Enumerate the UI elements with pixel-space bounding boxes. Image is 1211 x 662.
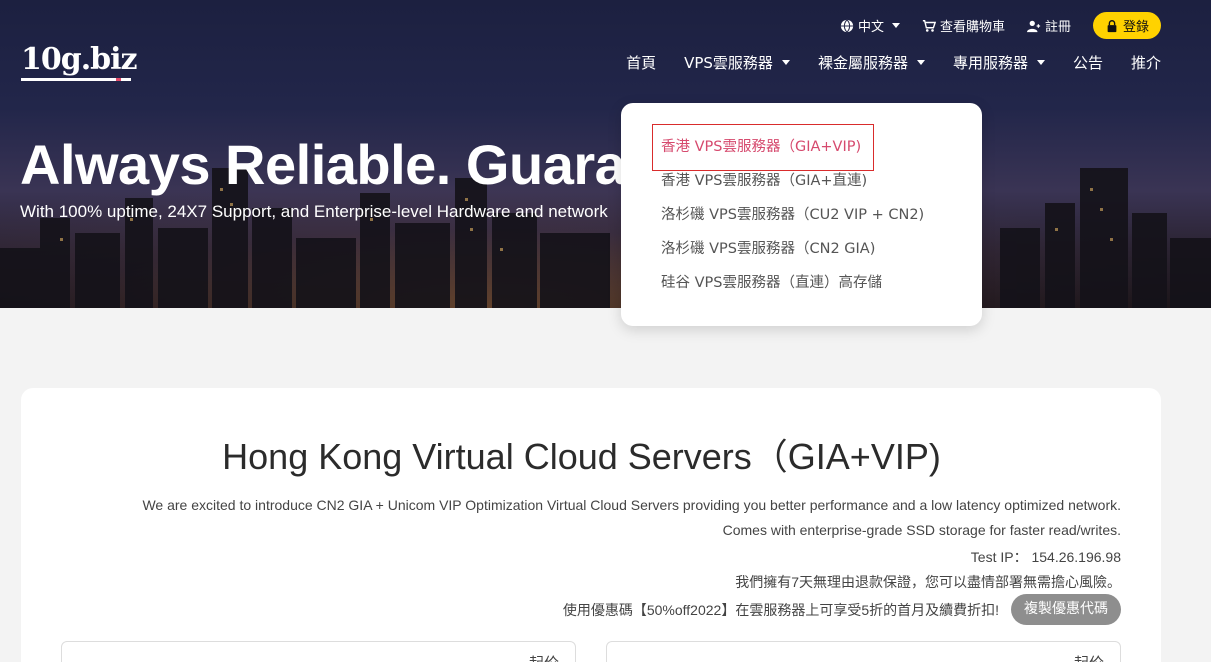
- nav-referral[interactable]: 推介: [1131, 52, 1161, 73]
- chevron-down-icon: [891, 23, 900, 28]
- login-label: 登錄: [1122, 20, 1149, 35]
- register-label: 註冊: [1044, 20, 1071, 35]
- nav-bare-metal-label: 裸金屬服務器: [817, 54, 908, 72]
- cart-icon: [922, 19, 936, 32]
- test-ip-line: Test IP： 154.26.196.98: [970, 549, 1121, 565]
- vps-dropdown-menu: 香港 VPS雲服務器（GIA+VIP) 香港 VPS雲服務器（GIA+直連) 洛…: [621, 103, 982, 326]
- logo-accent: [116, 78, 121, 81]
- chevron-down-icon: [916, 60, 925, 65]
- dropdown-item-la-cu2-cn2[interactable]: 洛杉磯 VPS雲服務器（CU2 VIP + CN2): [621, 198, 982, 232]
- globe-icon: [840, 19, 854, 32]
- nav-dedicated[interactable]: 專用服務器: [953, 52, 1045, 73]
- nav-announcements[interactable]: 公告: [1073, 52, 1103, 73]
- cart-label: 查看購物車: [939, 20, 1005, 35]
- starting-price-label: 起价: [1074, 652, 1104, 662]
- intro-line: We are excited to introduce CN2 GIA + Un…: [142, 497, 1121, 513]
- copy-promo-code-button[interactable]: 複製優惠代碼: [1011, 594, 1121, 625]
- logo-underline: [21, 78, 131, 81]
- nav-referral-label: 推介: [1130, 54, 1161, 72]
- nav-vps-label: VPS雲服務器: [684, 54, 773, 72]
- register-link[interactable]: 註冊: [1026, 16, 1071, 35]
- page-title: Hong Kong Virtual Cloud Servers（GIA+VIP): [222, 436, 941, 477]
- nav-bare-metal[interactable]: 裸金屬服務器: [818, 52, 925, 73]
- dropdown-item-hk-gia-direct[interactable]: 香港 VPS雲服務器（GIA+直連): [621, 164, 982, 198]
- nav-home-label: 首頁: [626, 54, 657, 72]
- nav-vps[interactable]: VPS雲服務器: [684, 52, 790, 73]
- hero-subtitle: With 100% uptime, 24X7 Support, and Ente…: [20, 202, 608, 221]
- language-selector[interactable]: 中文: [840, 16, 900, 35]
- add-user-icon: [1026, 20, 1041, 32]
- login-button[interactable]: 登錄: [1092, 12, 1161, 39]
- nav-announcements-label: 公告: [1072, 54, 1103, 72]
- dropdown-item-la-cn2-gia[interactable]: 洛杉磯 VPS雲服務器（CN2 GIA): [621, 232, 982, 266]
- main-navigation: 首頁 VPS雲服務器 裸金屬服務器 專用服務器 公告 推介: [626, 52, 1161, 73]
- starting-price-label: 起价: [529, 652, 559, 662]
- chevron-down-icon: [1036, 60, 1045, 65]
- dropdown-item-siliconvalley-storage[interactable]: 硅谷 VPS雲服務器（直連）高存儲: [621, 266, 982, 300]
- lock-icon: [1107, 19, 1117, 32]
- refund-guarantee-line: 我們擁有7天無理由退款保證，您可以盡情部署無需擔心風險。: [735, 574, 1121, 590]
- plan-card[interactable]: 起价: [606, 641, 1121, 662]
- nav-dedicated-label: 專用服務器: [952, 54, 1028, 72]
- storage-line: Comes with enterprise-grade SSD storage …: [722, 522, 1121, 538]
- nav-home[interactable]: 首頁: [626, 52, 656, 73]
- top-utility-bar: 中文 查看購物車 註冊 登錄: [840, 12, 1161, 39]
- promo-code-line: 使用優惠碼【50%off2022】在雲服務器上可享受5折的首月及續費折扣!: [562, 602, 999, 618]
- plan-card[interactable]: 起价: [61, 641, 576, 662]
- dropdown-item-hk-gia-vip[interactable]: 香港 VPS雲服務器（GIA+VIP): [621, 124, 982, 171]
- chevron-down-icon: [781, 60, 790, 65]
- site-logo[interactable]: 10g.biz: [21, 42, 138, 77]
- language-label: 中文: [857, 20, 884, 35]
- view-cart-link[interactable]: 查看購物車: [922, 16, 1005, 35]
